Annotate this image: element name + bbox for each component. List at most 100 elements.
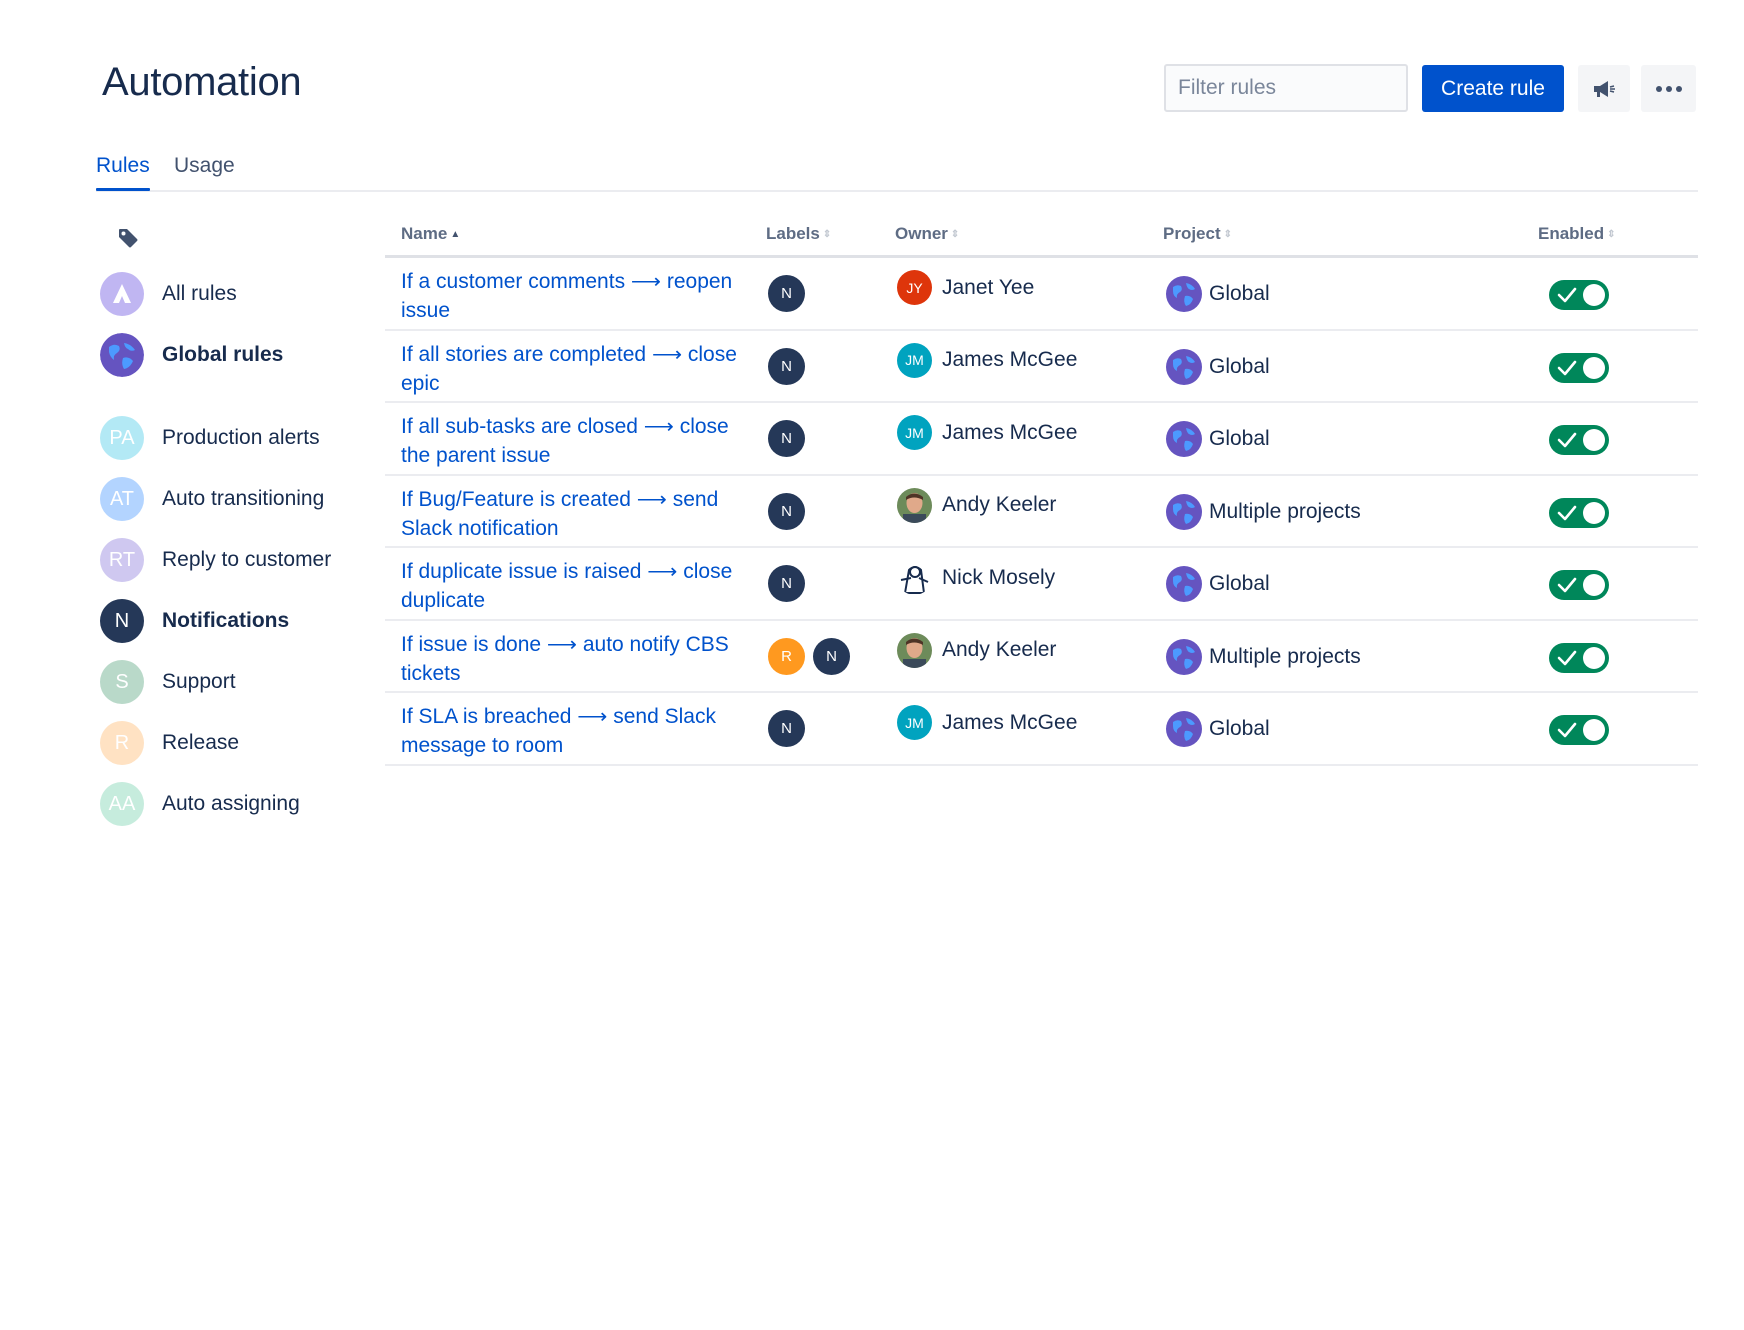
column-header-label: Enabled [1538,224,1605,243]
labels-cell: N [768,710,805,747]
table-row: If issue is done ⟶ auto notify CBS ticke… [385,621,1698,693]
label-badge[interactable]: R [768,637,805,675]
rules-table: Name ▲ Labels ⇕ Owner ⇕ Project ⇕ Enabled ⇕ I… [385,215,1698,766]
column-header-owner[interactable]: Owner ⇕ [895,224,959,244]
label-avatar: AA [100,782,144,826]
sidebar-item-label: Auto assigning [162,792,300,815]
rule-name-link[interactable]: If duplicate issue is raised ⟶ close dup… [401,557,751,615]
table-header: Name ▲ Labels ⇕ Owner ⇕ Project ⇕ Enabled ⇕ [385,215,1698,258]
sidebar-item-support[interactable]: S Support [100,658,360,706]
enabled-toggle[interactable] [1549,642,1609,673]
column-header-label: Project [1163,224,1221,243]
project-cell: Global [1165,710,1270,748]
column-header-labels[interactable]: Labels ⇕ [766,224,831,244]
enabled-toggle[interactable] [1549,425,1609,455]
sidebar-item-all-rules[interactable]: All rules [100,270,360,318]
project-name: Global [1209,572,1270,595]
megaphone-icon [1594,80,1615,97]
owner-cell: JM James McGee [897,415,1077,450]
owner-avatar [897,560,932,595]
toggle-knob [1583,429,1605,451]
column-header-label: Owner [895,224,948,243]
enabled-toggle[interactable] [1549,570,1609,600]
sidebar-item-global-rules[interactable]: Global rules [100,331,360,379]
rule-name-link[interactable]: If all stories are completed ⟶ close epi… [401,340,751,398]
label-avatar: PA [100,416,144,460]
owner-avatar: JM [897,705,932,740]
globe-icon [1166,711,1202,747]
project-name: Global [1209,282,1270,305]
rule-name-link[interactable]: If Bug/Feature is created ⟶ send Slack n… [401,485,751,543]
sidebar-item-label: Auto transitioning [162,487,325,510]
sidebar-item-label: Reply to customer [162,548,332,571]
enabled-toggle[interactable] [1549,715,1609,745]
rule-name-link[interactable]: If SLA is breached ⟶ send Slack message … [401,702,751,760]
globe-icon [1166,348,1202,385]
label-badge[interactable]: N [768,347,805,385]
sidebar-item-production-alerts[interactable]: PA Production alerts [100,414,360,462]
more-actions-button[interactable] [1641,65,1696,112]
label-badge[interactable]: N [813,637,850,675]
owner-cell: JM James McGee [897,342,1078,378]
table-row: If all stories are completed ⟶ close epi… [385,331,1698,403]
toggle-knob [1583,501,1605,524]
sort-asc-icon: ▲ [450,229,461,240]
create-rule-button[interactable]: Create rule [1422,65,1564,112]
label-badge[interactable]: N [768,565,805,602]
owner-name: Andy Keeler [942,638,1057,661]
label-badge[interactable]: N [768,275,805,312]
sidebar-item-auto-assigning[interactable]: AA Auto assigning [100,780,360,828]
rule-name-link[interactable]: If a customer comments ⟶ reopen issue [401,267,751,325]
rule-name-link[interactable]: If all sub-tasks are closed ⟶ close the … [401,412,751,470]
owner-cell: JM James McGee [897,705,1077,740]
table-body: If a customer comments ⟶ reopen issue N JY… [385,258,1698,766]
user-photo-icon [897,632,932,668]
enabled-toggle[interactable] [1549,280,1609,310]
table-row: If Bug/Feature is created ⟶ send Slack n… [385,476,1698,548]
feedback-button[interactable] [1578,65,1630,112]
labels-cell: N [768,347,805,385]
project-name: Global [1209,717,1270,740]
labels-cell: N [768,565,805,602]
owner-cell: Andy Keeler [897,487,1056,523]
labels-cell: N [768,492,805,530]
sidebar-item-auto-transitioning[interactable]: AT Auto transitioning [100,475,360,523]
owner-name: James McGee [942,420,1078,444]
tab-rules[interactable]: Rules [96,154,150,191]
globe-icon [1166,638,1202,675]
toggle-knob [1583,284,1605,306]
page-title: Automation [102,60,302,104]
enabled-toggle[interactable] [1549,352,1609,383]
rule-name-link[interactable]: If issue is done ⟶ auto notify CBS ticke… [401,630,751,688]
owner-name: Nick Mosely [942,565,1056,589]
label-badge[interactable]: N [768,420,805,457]
user-sketch-icon [897,560,932,595]
tab-usage[interactable]: Usage [174,154,235,188]
check-icon [1557,505,1577,520]
labels-cell: N [768,420,805,457]
table-row: If a customer comments ⟶ reopen issue N JY… [385,258,1698,331]
column-header-project[interactable]: Project ⇕ [1163,224,1232,244]
owner-name: James McGee [942,348,1078,371]
tag-icon [119,229,138,248]
sidebar-item-reply-to-customer[interactable]: RT Reply to customer [100,536,360,584]
enabled-toggle[interactable] [1549,497,1609,528]
label-badge[interactable]: N [768,492,805,530]
label-badge[interactable]: N [768,710,805,747]
label-avatar: R [100,721,144,765]
atlassian-logo-icon [100,272,144,316]
label-avatar: N [100,599,144,643]
sidebar-item-label: Global rules [162,343,284,366]
sidebar-item-release[interactable]: R Release [100,719,360,767]
filter-rules-input[interactable] [1164,64,1408,112]
toggle-knob [1583,356,1605,379]
sidebar-item-notifications[interactable]: N Notifications [100,597,360,645]
column-header-label: Labels [766,224,820,243]
owner-avatar: JM [897,415,932,450]
project-cell: Global [1165,565,1270,603]
column-header-enabled[interactable]: Enabled ⇕ [1538,224,1616,244]
project-cell: Global [1165,275,1270,313]
column-header-name[interactable]: Name ▲ [401,224,460,244]
project-name: Multiple projects [1209,644,1361,668]
check-icon [1557,360,1577,375]
